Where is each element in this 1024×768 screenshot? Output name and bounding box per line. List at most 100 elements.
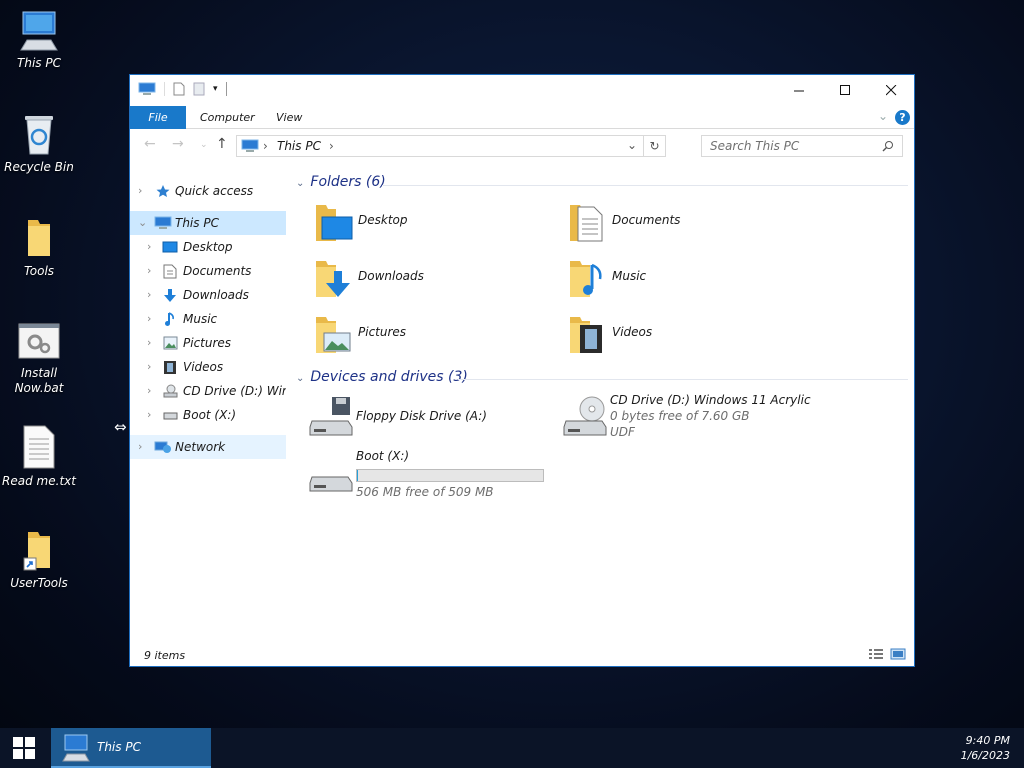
nav-item-label: CD Drive (D:) Windows 11 Acrylic: [183, 384, 286, 398]
close-icon: [885, 84, 896, 95]
back-arrow-icon[interactable]: ←: [144, 136, 156, 152]
minimize-button[interactable]: [776, 75, 822, 105]
documents-icon: [163, 264, 177, 279]
drive-tile-floppy[interactable]: Floppy Disk Drive (A:): [308, 395, 558, 441]
drive-name: Boot (X:): [356, 449, 410, 463]
start-button[interactable]: [0, 728, 48, 768]
nav-item-label: Quick access: [175, 184, 254, 198]
group-title: Devices and drives (3): [310, 369, 468, 385]
maximize-button[interactable]: [822, 75, 868, 105]
tab-view[interactable]: View: [262, 106, 316, 129]
chevron-right-icon[interactable]: ›: [147, 235, 151, 259]
folder-label: Documents: [612, 213, 681, 227]
chevron-right-icon[interactable]: ›: [147, 307, 151, 331]
chevron-right-icon[interactable]: ›: [138, 435, 142, 459]
nav-item-videos[interactable]: › Videos: [130, 355, 286, 379]
computer-icon: [62, 734, 90, 762]
chevron-down-icon[interactable]: ⌄: [296, 178, 304, 189]
chevron-right-icon[interactable]: ›: [147, 283, 151, 307]
chevron-right-icon[interactable]: ›: [147, 355, 151, 379]
title-bar[interactable]: ▾: [130, 75, 914, 105]
drive-space: 506 MB free of 509 MB: [356, 485, 494, 499]
properties-icon[interactable]: [173, 82, 185, 96]
clock-date: 1/6/2023: [960, 749, 1010, 762]
nav-item-boot[interactable]: › Boot (X:): [130, 403, 286, 427]
window-controls: [776, 75, 914, 105]
view-buttons: [868, 648, 906, 660]
nav-item-music[interactable]: › Music: [130, 307, 286, 331]
drive-tile-cd[interactable]: CD Drive (D:) Windows 11 Acrylic 0 bytes…: [562, 393, 882, 441]
minimize-icon: [793, 90, 804, 91]
chevron-right-icon[interactable]: ›: [147, 403, 151, 427]
taskbar-item-this-pc[interactable]: This PC: [51, 728, 211, 768]
clock-time: 9:40 PM: [965, 734, 1010, 747]
cd-drive-icon: [563, 396, 607, 436]
nav-item-label: Boot (X:): [183, 408, 237, 422]
help-icon[interactable]: ?: [895, 110, 910, 125]
drive-usage-bar: [356, 469, 544, 482]
refresh-icon[interactable]: ↻: [643, 136, 665, 156]
desktop-icon-label: Tools: [23, 264, 55, 278]
divider: [458, 379, 908, 380]
nav-item-cd-drive[interactable]: › CD Drive (D:) Windows 11 Acrylic: [130, 379, 286, 403]
desktop-icon-label: This PC: [17, 56, 61, 70]
search-input[interactable]: Search This PC: [701, 135, 903, 157]
chevron-right-icon[interactable]: ›: [329, 139, 334, 153]
expand-ribbon-icon[interactable]: ⌄: [878, 109, 888, 123]
drive-tile-boot[interactable]: Boot (X:) 506 MB free of 509 MB: [308, 449, 558, 499]
nav-item-desktop[interactable]: › Desktop: [130, 235, 286, 259]
desktop-icon-tools[interactable]: Tools: [0, 216, 79, 279]
chevron-right-icon[interactable]: ›: [147, 259, 151, 283]
tab-file[interactable]: File: [130, 106, 186, 129]
new-folder-icon[interactable]: [193, 82, 205, 96]
computer-icon: [138, 82, 156, 95]
nav-item-documents[interactable]: › Documents: [130, 259, 286, 283]
folder-tile-desktop[interactable]: Desktop: [312, 201, 562, 247]
chevron-right-icon[interactable]: ›: [138, 179, 142, 203]
network-icon: [154, 441, 171, 453]
up-arrow-icon[interactable]: ↑: [216, 136, 228, 152]
chevron-right-icon[interactable]: ›: [147, 379, 151, 403]
desktop-icon: [162, 241, 178, 253]
navigation-bar: ← → ⌄ ↑ › This PC › ⌄ ↻ Search This PC: [130, 133, 914, 159]
desktop-icon-read-me[interactable]: Read me.txt: [0, 424, 79, 489]
quick-access-toolbar: ▾: [138, 82, 227, 96]
system-clock[interactable]: 9:40 PM 1/6/2023: [961, 733, 1010, 763]
nav-item-label: Network: [175, 440, 226, 454]
drive-icon: [309, 476, 353, 492]
recent-locations-icon[interactable]: ⌄: [200, 140, 208, 150]
forward-arrow-icon[interactable]: →: [172, 136, 184, 152]
details-view-icon[interactable]: [868, 648, 884, 660]
close-button[interactable]: [868, 75, 914, 105]
breadcrumb-this-pc[interactable]: This PC: [277, 139, 321, 153]
group-header-folders[interactable]: ⌄ Folders (6): [296, 174, 386, 190]
nav-item-downloads[interactable]: › Downloads: [130, 283, 286, 307]
folder-tile-documents[interactable]: Documents: [566, 201, 816, 247]
tab-computer[interactable]: Computer: [186, 106, 269, 129]
address-bar[interactable]: › This PC › ⌄ ↻: [236, 135, 666, 157]
desktop-icon-this-pc[interactable]: This PC: [0, 10, 79, 71]
folder-tile-music[interactable]: Music: [566, 257, 816, 303]
large-icons-view-icon[interactable]: [890, 648, 906, 660]
folder-tile-pictures[interactable]: Pictures: [312, 313, 562, 359]
nav-item-pictures[interactable]: › Pictures: [130, 331, 286, 355]
chevron-down-icon[interactable]: ⌄: [138, 211, 147, 235]
desktop-icon-usertools[interactable]: UserTools: [0, 528, 79, 591]
cd-drive-icon: [163, 384, 178, 398]
folder-shortcut-icon: [23, 532, 50, 571]
documents-icon: [570, 205, 603, 242]
folder-tile-videos[interactable]: Videos: [566, 313, 816, 359]
chevron-down-icon[interactable]: ⌄: [296, 373, 304, 384]
desktop-icon-recycle-bin[interactable]: Recycle Bin: [0, 112, 79, 175]
downloads-icon: [164, 289, 176, 302]
folder-tile-downloads[interactable]: Downloads: [312, 257, 562, 303]
navigation-pane: › Quick access ⌄ This PC › Desktop › Doc…: [130, 179, 290, 639]
nav-item-network[interactable]: › Network: [130, 435, 286, 459]
address-dropdown-icon[interactable]: ⌄: [627, 138, 637, 152]
desktop-icon-install-now[interactable]: Install Now.bat: [0, 322, 79, 396]
chevron-right-icon[interactable]: ›: [147, 331, 151, 355]
nav-item-quick-access[interactable]: › Quick access: [130, 179, 286, 203]
group-header-devices[interactable]: ⌄ Devices and drives (3): [296, 369, 468, 385]
nav-item-this-pc[interactable]: ⌄ This PC: [130, 211, 286, 235]
customize-toolbar-icon[interactable]: ▾: [213, 84, 218, 94]
